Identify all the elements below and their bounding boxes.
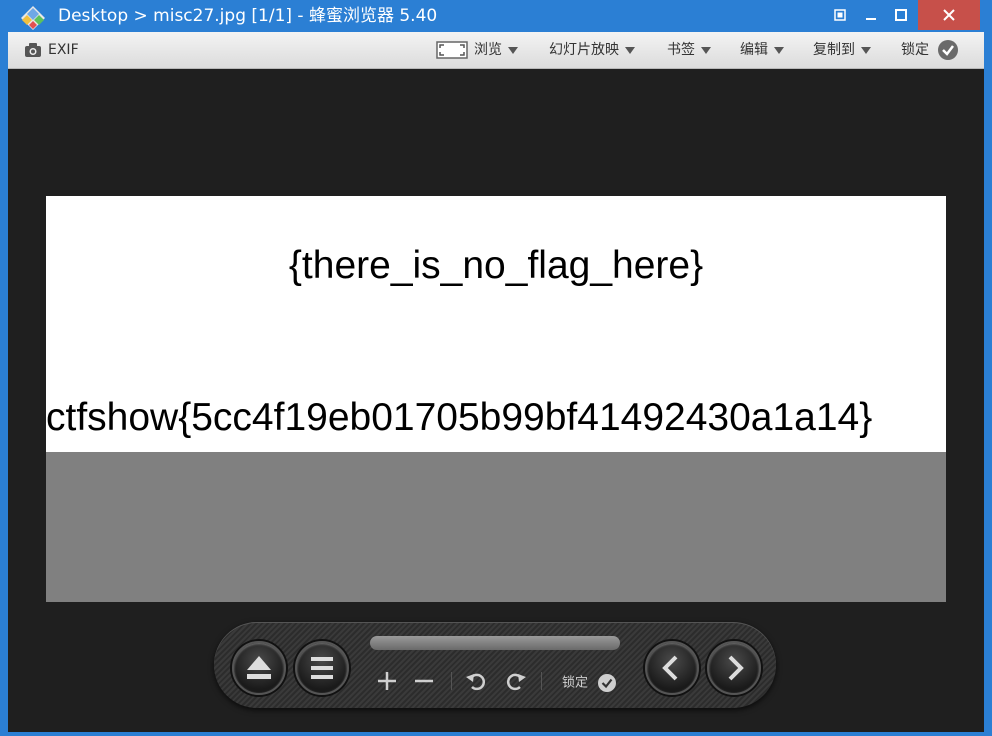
maximize-icon [895, 9, 907, 21]
toolbar: EXIF 浏览 幻灯片放映 书签 编辑 复制到 锁定 [8, 32, 984, 69]
close-icon [943, 9, 955, 21]
edit-menu[interactable]: 编辑 [740, 32, 784, 68]
restore-alt-icon [834, 9, 846, 21]
chevron-down-icon [508, 46, 518, 54]
exif-button[interactable]: EXIF [24, 32, 79, 68]
menu-button[interactable] [295, 641, 349, 695]
chevron-down-icon [625, 46, 635, 54]
fullscreen-icon [436, 41, 468, 59]
rotate-right-icon[interactable] [503, 668, 529, 694]
previous-icon [662, 655, 678, 681]
slideshow-label: 幻灯片放映 [549, 42, 619, 58]
minimize-icon [866, 18, 876, 20]
title-bar: Desktop > misc27.jpg [1/1] - 蜂蜜浏览器 5.40 [0, 0, 992, 32]
restore-alt-button[interactable] [826, 2, 854, 28]
bookmarks-menu[interactable]: 书签 [667, 32, 711, 68]
menu-icon [311, 657, 333, 679]
next-button[interactable] [707, 641, 761, 695]
camera-icon [25, 43, 41, 57]
browse-label: 浏览 [474, 42, 502, 58]
image-text-line-1: {there_is_no_flag_here} [288, 244, 704, 287]
copy-to-label: 复制到 [813, 42, 855, 58]
edit-label: 编辑 [740, 42, 768, 58]
app-logo-icon [21, 6, 45, 30]
minimize-button[interactable] [856, 2, 886, 28]
lock-label: 锁定 [901, 42, 929, 58]
copy-to-menu[interactable]: 复制到 [813, 32, 871, 68]
previous-button[interactable] [645, 641, 699, 695]
browse-menu[interactable]: 浏览 [436, 32, 518, 68]
control-lock-label: 锁定 [562, 675, 589, 691]
bookmarks-label: 书签 [667, 42, 695, 58]
maximize-button[interactable] [886, 2, 916, 28]
zoom-in-icon[interactable] [374, 668, 400, 694]
eject-button[interactable] [232, 641, 286, 695]
check-icon [598, 674, 617, 692]
close-button[interactable] [918, 0, 980, 30]
window-title: Desktop > misc27.jpg [1/1] - 蜂蜜浏览器 5.40 [58, 6, 438, 26]
zoom-out-icon[interactable] [411, 668, 437, 694]
eject-icon [247, 656, 271, 679]
chevron-down-icon [774, 46, 784, 54]
slideshow-menu[interactable]: 幻灯片放映 [549, 32, 635, 68]
displayed-image: {there_is_no_flag_here} ctfshow{5cc4f19e… [46, 196, 946, 602]
chevron-down-icon [701, 46, 711, 54]
next-icon [728, 655, 744, 681]
separator [541, 672, 542, 690]
progress-slider[interactable] [370, 636, 620, 650]
rotate-left-icon[interactable] [463, 668, 489, 694]
separator [451, 672, 452, 690]
image-text-line-2: ctfshow{5cc4f19eb01705b99bf41492430a1a14… [46, 396, 873, 439]
exif-label: EXIF [48, 42, 79, 58]
lock-toggle[interactable]: 锁定 [901, 32, 959, 68]
check-circle-icon [938, 40, 959, 60]
chevron-down-icon [861, 46, 871, 54]
window-bottom-border [0, 732, 992, 736]
control-lock-toggle[interactable]: 锁定 [562, 673, 617, 693]
